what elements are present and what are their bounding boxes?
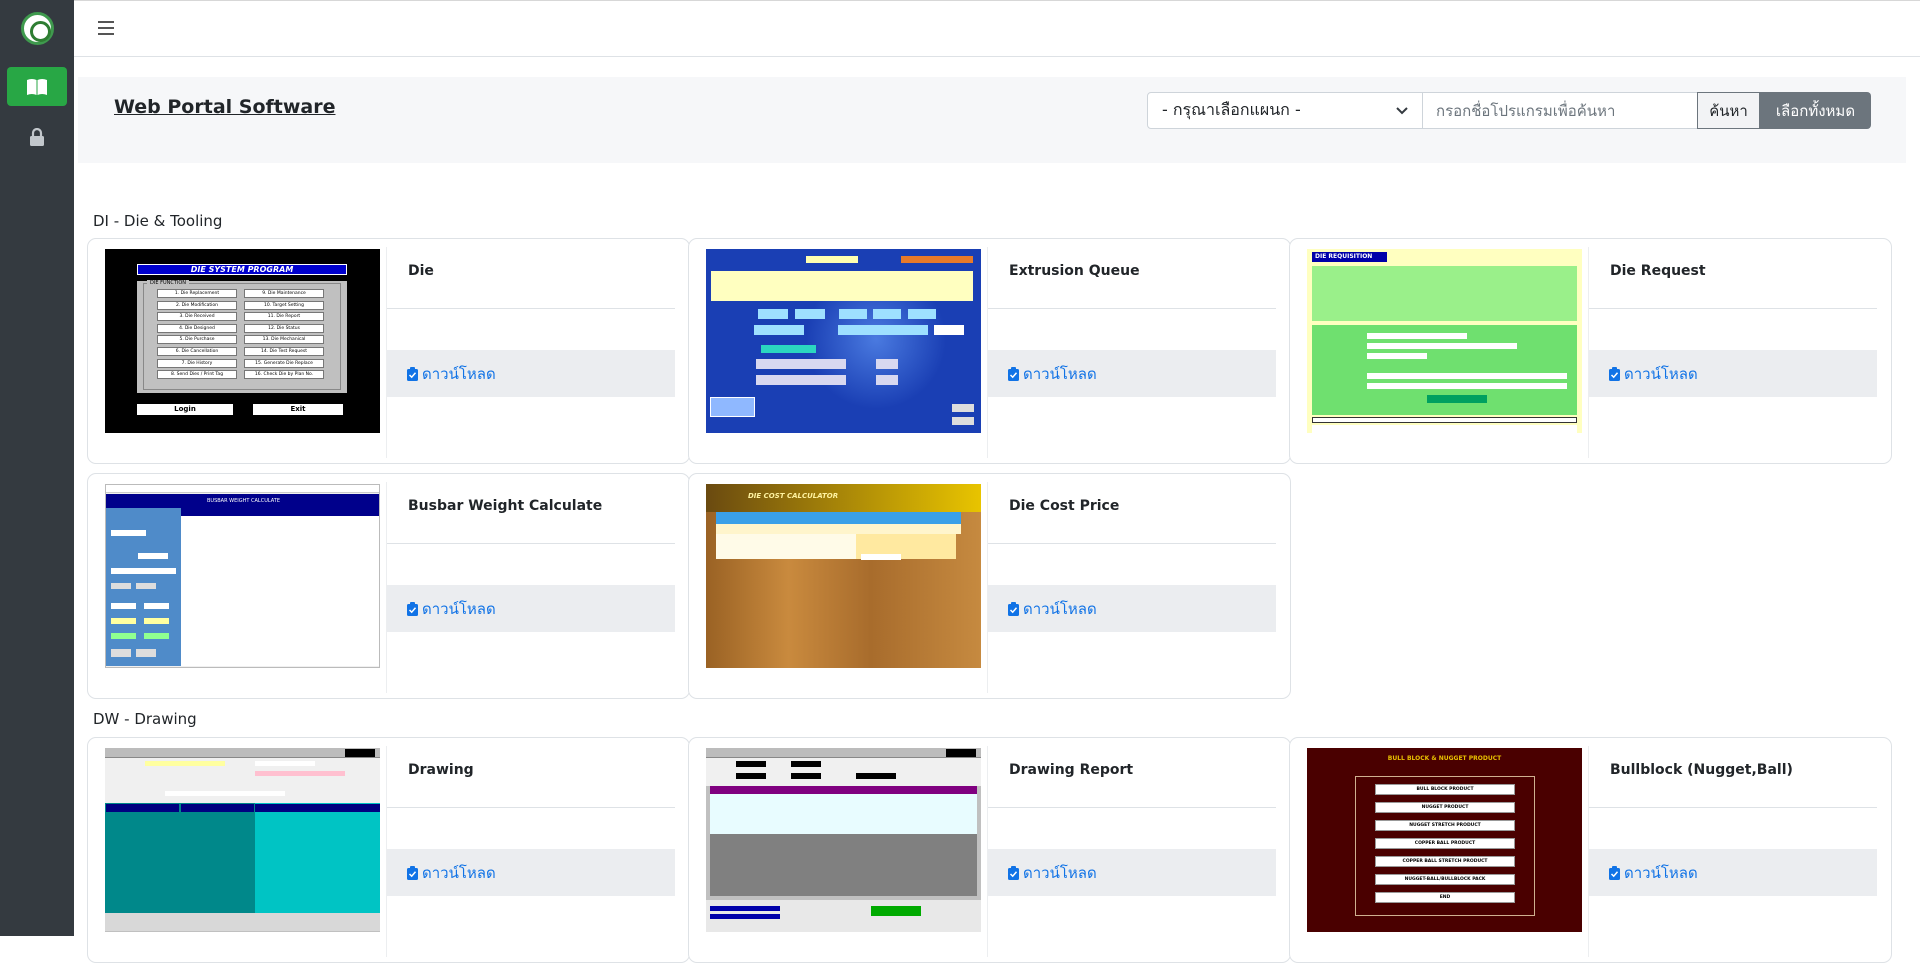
- download-link[interactable]: ดาวน์โหลด: [988, 585, 1276, 632]
- page-title: Web Portal Software: [114, 96, 336, 118]
- thumb-menu-item: 3. Die Received: [157, 312, 237, 322]
- download-label: ดาวน์โหลด: [1023, 364, 1097, 383]
- software-card-die-request: DIE REQUISITION Die Request ดาวน์โหลด: [1289, 238, 1892, 464]
- download-link[interactable]: ดาวน์โหลด: [387, 585, 675, 632]
- thumb-menu-item: 10. Target Setting: [244, 300, 324, 310]
- chevron-down-icon: [1396, 106, 1408, 114]
- download-label: ดาวน์โหลด: [1023, 863, 1097, 882]
- program-thumbnail[interactable]: [706, 748, 981, 932]
- card-title: Die Cost Price: [1009, 498, 1120, 514]
- clipboard-check-icon: [407, 601, 418, 616]
- card-title: Die Request: [1610, 263, 1706, 279]
- card-title: Drawing: [408, 762, 474, 778]
- thumb-menu-item: COPPER BALL PRODUCT: [1375, 838, 1515, 849]
- search-input[interactable]: [1422, 92, 1698, 129]
- software-card-drawing-report: Drawing Report ดาวน์โหลด: [688, 737, 1291, 963]
- sidebar: [0, 0, 74, 936]
- thumb-menu-item: 7. Die History: [157, 358, 237, 368]
- thumb-login: Login: [137, 404, 233, 415]
- thumb-menu-item: NUGGET PRODUCT: [1375, 802, 1515, 813]
- download-label: ดาวน์โหลด: [1624, 364, 1698, 383]
- download-label: ดาวน์โหลด: [1023, 599, 1097, 618]
- clipboard-check-icon: [1008, 601, 1019, 616]
- company-logo-icon[interactable]: [21, 12, 54, 45]
- clipboard-check-icon: [1008, 366, 1019, 381]
- download-label: ดาวน์โหลด: [422, 599, 496, 618]
- select-all-button[interactable]: เลือกทั้งหมด: [1760, 92, 1871, 129]
- thumb-menu-item: NUGGET-BALL/BULLBLOCK PACK: [1375, 874, 1515, 885]
- thumb-panel: DIE FUNCTION 1. Die Replacement 2. Die Mo…: [137, 280, 347, 393]
- department-select-value: - กรุณาเลือกแผนก -: [1162, 100, 1301, 119]
- download-link[interactable]: ดาวน์โหลด: [988, 849, 1276, 896]
- clipboard-check-icon: [407, 366, 418, 381]
- card-title: Busbar Weight Calculate: [408, 498, 603, 514]
- download-label: ดาวน์โหลด: [1624, 863, 1698, 882]
- program-thumbnail[interactable]: BULL BLOCK & NUGGET PRODUCT BULL BLOCK P…: [1307, 748, 1582, 932]
- program-thumbnail[interactable]: [105, 748, 380, 932]
- software-card-drawing: Drawing ดาวน์โหลด: [87, 737, 690, 963]
- thumb-title: DIE REQUISITION: [1312, 252, 1387, 262]
- thumb-menu-item: 13. Die Mechanical: [244, 335, 324, 345]
- page-header: Web Portal Software - กรุณาเลือกแผนก - ค…: [78, 77, 1906, 163]
- main-content: Web Portal Software - กรุณาเลือกแผนก - ค…: [74, 57, 1906, 963]
- thumb-menu-item: END: [1375, 892, 1515, 903]
- book-icon: [27, 78, 47, 95]
- section-title-di: DI - Die & Tooling: [93, 212, 223, 230]
- thumb-menu-item: 4. Die Designed: [157, 323, 237, 333]
- menu-toggle-icon[interactable]: [98, 21, 114, 35]
- program-thumbnail[interactable]: DIE SYSTEM PROGRAM DIE FUNCTION 1. Die R…: [105, 249, 380, 433]
- clipboard-check-icon: [1609, 865, 1620, 880]
- thumb-title: DIE SYSTEM PROGRAM: [137, 264, 347, 275]
- download-label: ดาวน์โหลด: [422, 364, 496, 383]
- download-link[interactable]: ดาวน์โหลด: [387, 849, 675, 896]
- thumb-panel-title: DIE FUNCTION: [147, 280, 190, 286]
- download-label: ดาวน์โหลด: [422, 863, 496, 882]
- thumb-menu-item: COPPER BALL STRETCH PRODUCT: [1375, 856, 1515, 867]
- program-thumbnail[interactable]: DIE REQUISITION: [1307, 249, 1582, 433]
- clipboard-check-icon: [1609, 366, 1620, 381]
- thumb-exit: Exit: [253, 404, 343, 415]
- clipboard-check-icon: [1008, 865, 1019, 880]
- search-button[interactable]: ค้นหา: [1697, 92, 1760, 129]
- thumb-title: BULL BLOCK & NUGGET PRODUCT: [1387, 755, 1502, 762]
- department-select[interactable]: - กรุณาเลือกแผนก -: [1147, 92, 1423, 129]
- clipboard-check-icon: [407, 865, 418, 880]
- thumb-menu-item: 2. Die Modification: [157, 300, 237, 310]
- thumb-menu-item: 16. Check Die by Plan No.: [244, 370, 324, 380]
- download-link[interactable]: ดาวน์โหลด: [387, 350, 675, 397]
- thumb-menu-item: 8. Send Dies / Print Tag: [157, 370, 237, 380]
- thumb-title: DIE COST CALCULATOR: [748, 492, 839, 500]
- thumb-menu-item: 14. Die Test Request: [244, 346, 324, 356]
- lock-icon: [30, 128, 44, 146]
- thumb-menu-item: BULL BLOCK PRODUCT: [1375, 784, 1515, 795]
- card-title: Extrusion Queue: [1009, 263, 1140, 279]
- thumb-menu-item: NUGGET STRETCH PRODUCT: [1375, 820, 1515, 831]
- program-thumbnail[interactable]: BUSBAR WEIGHT CALCULATE: [105, 484, 380, 668]
- thumb-menu-item: 12. Die Status: [244, 323, 324, 333]
- section-title-dw: DW - Drawing: [93, 710, 197, 728]
- sidebar-item-software[interactable]: [7, 67, 67, 106]
- thumb-menu-item: 5. Die Purchase: [157, 335, 237, 345]
- software-card-die-cost: DIE COST CALCULATOR Die Cost Price ดาวน์…: [688, 473, 1291, 699]
- thumb-menu-item: 11. Die Report: [244, 312, 324, 322]
- software-card-die: DIE SYSTEM PROGRAM DIE FUNCTION 1. Die R…: [87, 238, 690, 464]
- software-card-busbar: BUSBAR WEIGHT CALCULATE Busbar Weight Ca…: [87, 473, 690, 699]
- thumb-menu-item: 1. Die Replacement: [157, 289, 237, 298]
- program-thumbnail[interactable]: [706, 249, 981, 433]
- card-title: Bullblock (Nugget,Ball): [1610, 762, 1793, 778]
- download-link[interactable]: ดาวน์โหลด: [1589, 350, 1877, 397]
- software-card-bullblock: BULL BLOCK & NUGGET PRODUCT BULL BLOCK P…: [1289, 737, 1892, 963]
- thumb-menu-item: 9. Die Maintenance: [244, 289, 324, 298]
- download-link[interactable]: ดาวน์โหลด: [988, 350, 1276, 397]
- program-thumbnail[interactable]: DIE COST CALCULATOR: [706, 484, 981, 668]
- card-title: Die: [408, 263, 434, 279]
- thumb-menu-item: 15. Generate Die Replace: [244, 358, 324, 368]
- card-title: Drawing Report: [1009, 762, 1134, 778]
- top-navbar: [74, 0, 1920, 57]
- sidebar-item-admin[interactable]: [7, 119, 67, 155]
- download-link[interactable]: ดาวน์โหลด: [1589, 849, 1877, 896]
- thumb-menu-item: 6. Die Cancellation: [157, 346, 237, 356]
- thumb-title: BUSBAR WEIGHT CALCULATE: [106, 494, 379, 508]
- software-card-extrusion-queue: Extrusion Queue ดาวน์โหลด: [688, 238, 1291, 464]
